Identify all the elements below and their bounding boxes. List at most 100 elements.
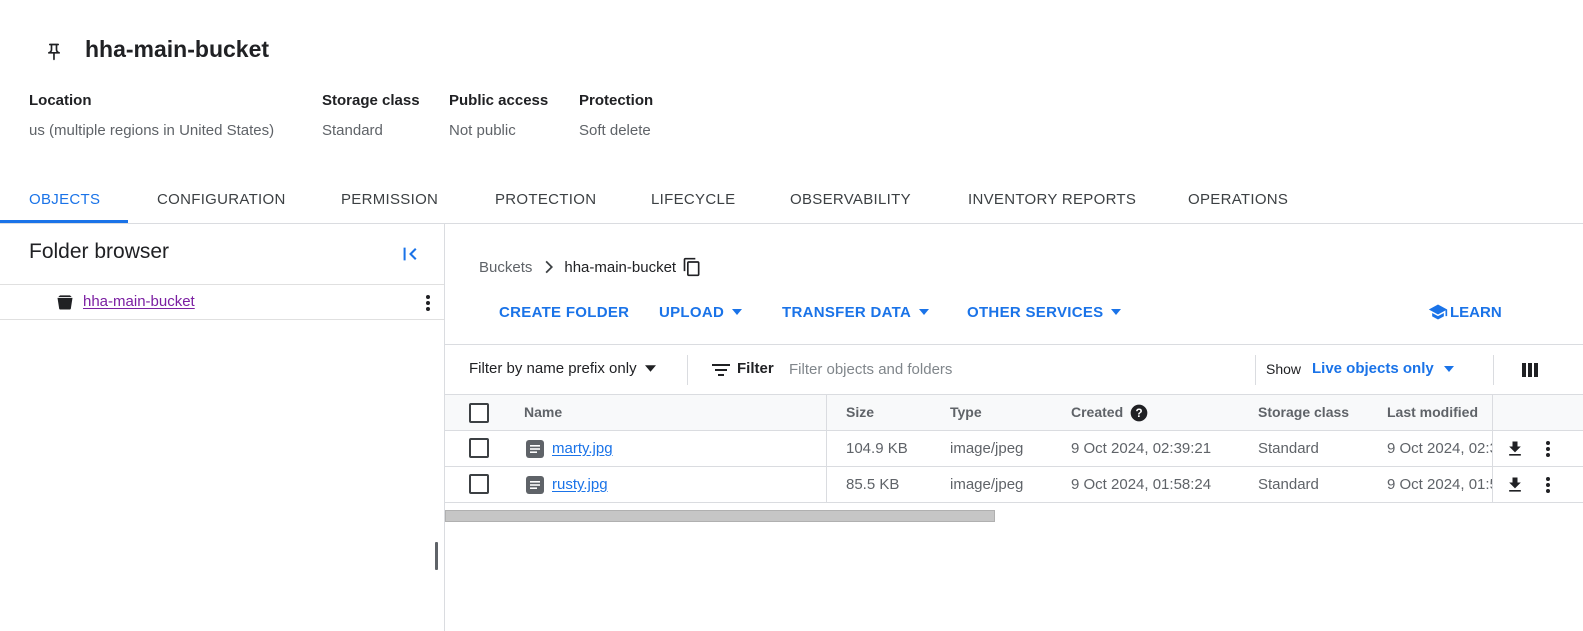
column-divider[interactable] [826,395,827,431]
horizontal-scrollbar[interactable] [445,510,995,522]
show-label: Show [1266,361,1302,377]
meta-label: Public access [449,92,549,109]
column-header-name[interactable]: Name [524,404,562,420]
caret-down-icon [644,365,656,372]
column-header-type[interactable]: Type [950,404,982,420]
tab-observability[interactable]: OBSERVABILITY [790,182,911,223]
object-type: image/jpeg [950,476,1024,493]
column-header-created[interactable]: Created [1071,404,1123,420]
meta-value: Not public [449,122,516,139]
table-row[interactable]: rusty.jpg 85.5 KB image/jpeg 9 Oct 2024,… [445,467,1583,503]
tab-lifecycle[interactable]: LIFECYCLE [651,182,735,223]
download-icon[interactable] [1505,439,1525,459]
meta-public-access: Public access Not public [449,92,548,140]
caret-down-icon [1111,309,1122,315]
object-created: 9 Oct 2024, 02:39:21 [1071,440,1212,457]
caret-down-icon [1443,365,1454,372]
filter-mode-value: Filter by name prefix only [469,360,637,377]
transfer-data-button[interactable]: TRANSFER DATA [782,302,930,322]
panel-resize-handle[interactable] [435,542,438,570]
meta-value: us (multiple regions in United States) [29,122,275,139]
file-icon [526,476,544,494]
more-vert-icon[interactable] [420,293,436,313]
chevron-right-icon [545,260,554,274]
tab-protection[interactable]: PROTECTION [495,182,596,223]
table-row[interactable]: marty.jpg 104.9 KB image/jpeg 9 Oct 2024… [445,431,1583,467]
folder-tree-item-label[interactable]: hha-main-bucket [83,293,195,310]
copy-icon[interactable] [682,257,702,277]
filter-input[interactable] [789,355,1239,383]
column-divider [826,467,827,502]
upload-label: UPLOAD [659,303,725,321]
meta-value: Standard [322,122,383,139]
create-folder-button[interactable]: CREATE FOLDER [499,302,629,322]
meta-label: Storage class [322,92,420,109]
meta-value: Soft delete [579,122,651,139]
svg-text:?: ? [1135,407,1142,420]
filter-label: Filter [737,360,774,377]
breadcrumb-buckets-link[interactable]: Buckets [479,259,532,276]
show-objects-select[interactable]: Live objects only [1312,360,1454,377]
file-icon [526,440,544,458]
object-size: 104.9 KB [846,440,908,457]
meta-storage-class: Storage class Standard [322,92,420,140]
tab-inventory-reports[interactable]: INVENTORY REPORTS [968,182,1136,223]
row-checkbox[interactable] [469,438,489,458]
other-services-button[interactable]: OTHER SERVICES [967,302,1122,322]
upload-button[interactable]: UPLOAD [659,302,743,322]
divider [687,355,688,385]
folder-browser-panel: Folder browser hha-main-bucket [0,224,445,631]
show-objects-value: Live objects only [1312,360,1434,377]
school-icon [1428,304,1448,320]
object-last-modified: 9 Oct 2024, 01:58:24 [1387,476,1493,493]
tab-operations[interactable]: OPERATIONS [1188,182,1288,223]
actions-column-header [1492,395,1583,430]
table-header: Name Size Type Created ? Storage class L… [445,394,1583,431]
filter-bar: Filter by name prefix only Filter Show L… [445,344,1583,394]
object-storage-class: Standard [1258,440,1319,457]
caret-down-icon [732,309,743,315]
collapse-panel-icon[interactable] [399,243,421,265]
pin-icon[interactable] [44,40,64,64]
help-icon[interactable]: ? [1129,403,1149,423]
meta-protection: Protection Soft delete [579,92,653,140]
object-storage-class: Standard [1258,476,1319,493]
object-name-link[interactable]: rusty.jpg [552,476,608,493]
object-type: image/jpeg [950,440,1024,457]
tab-configuration[interactable]: CONFIGURATION [157,182,286,223]
folder-tree-item[interactable]: hha-main-bucket [0,284,444,320]
column-header-last-modified[interactable]: Last modified [1387,404,1478,420]
create-folder-label: CREATE FOLDER [499,303,630,321]
object-size: 85.5 KB [846,476,900,493]
object-name-link[interactable]: marty.jpg [552,440,613,457]
download-icon[interactable] [1505,475,1525,495]
breadcrumb: Buckets hha-main-bucket [479,256,702,278]
divider [1255,355,1256,385]
filter-list-icon [712,364,730,376]
tab-permission[interactable]: PERMISSION [341,182,438,223]
learn-label: LEARN [1450,303,1502,321]
column-header-storage-class[interactable]: Storage class [1258,404,1349,420]
column-display-icon[interactable] [1520,360,1540,380]
transfer-data-label: TRANSFER DATA [782,303,912,321]
meta-label: Protection [579,92,654,109]
more-vert-icon[interactable] [1540,439,1556,459]
tab-objects[interactable]: OBJECTS [29,182,100,223]
object-last-modified: 9 Oct 2024, 02:39:21 [1387,440,1493,457]
divider [1493,355,1494,385]
page-title: hha-main-bucket [85,36,270,62]
bucket-icon [57,295,73,310]
meta-label: Location [29,92,92,109]
learn-button[interactable]: LEARN [1428,302,1502,322]
folder-browser-title: Folder browser [29,240,170,263]
row-checkbox[interactable] [469,474,489,494]
column-header-size[interactable]: Size [846,404,874,420]
filter-mode-select[interactable]: Filter by name prefix only [469,360,656,377]
object-created: 9 Oct 2024, 01:58:24 [1071,476,1212,493]
column-divider [826,431,827,466]
tab-bar: OBJECTS CONFIGURATION PERMISSION PROTECT… [0,182,1583,224]
more-vert-icon[interactable] [1540,475,1556,495]
select-all-checkbox[interactable] [469,403,489,423]
meta-location: Location us (multiple regions in United … [29,92,274,140]
caret-down-icon [919,309,930,315]
